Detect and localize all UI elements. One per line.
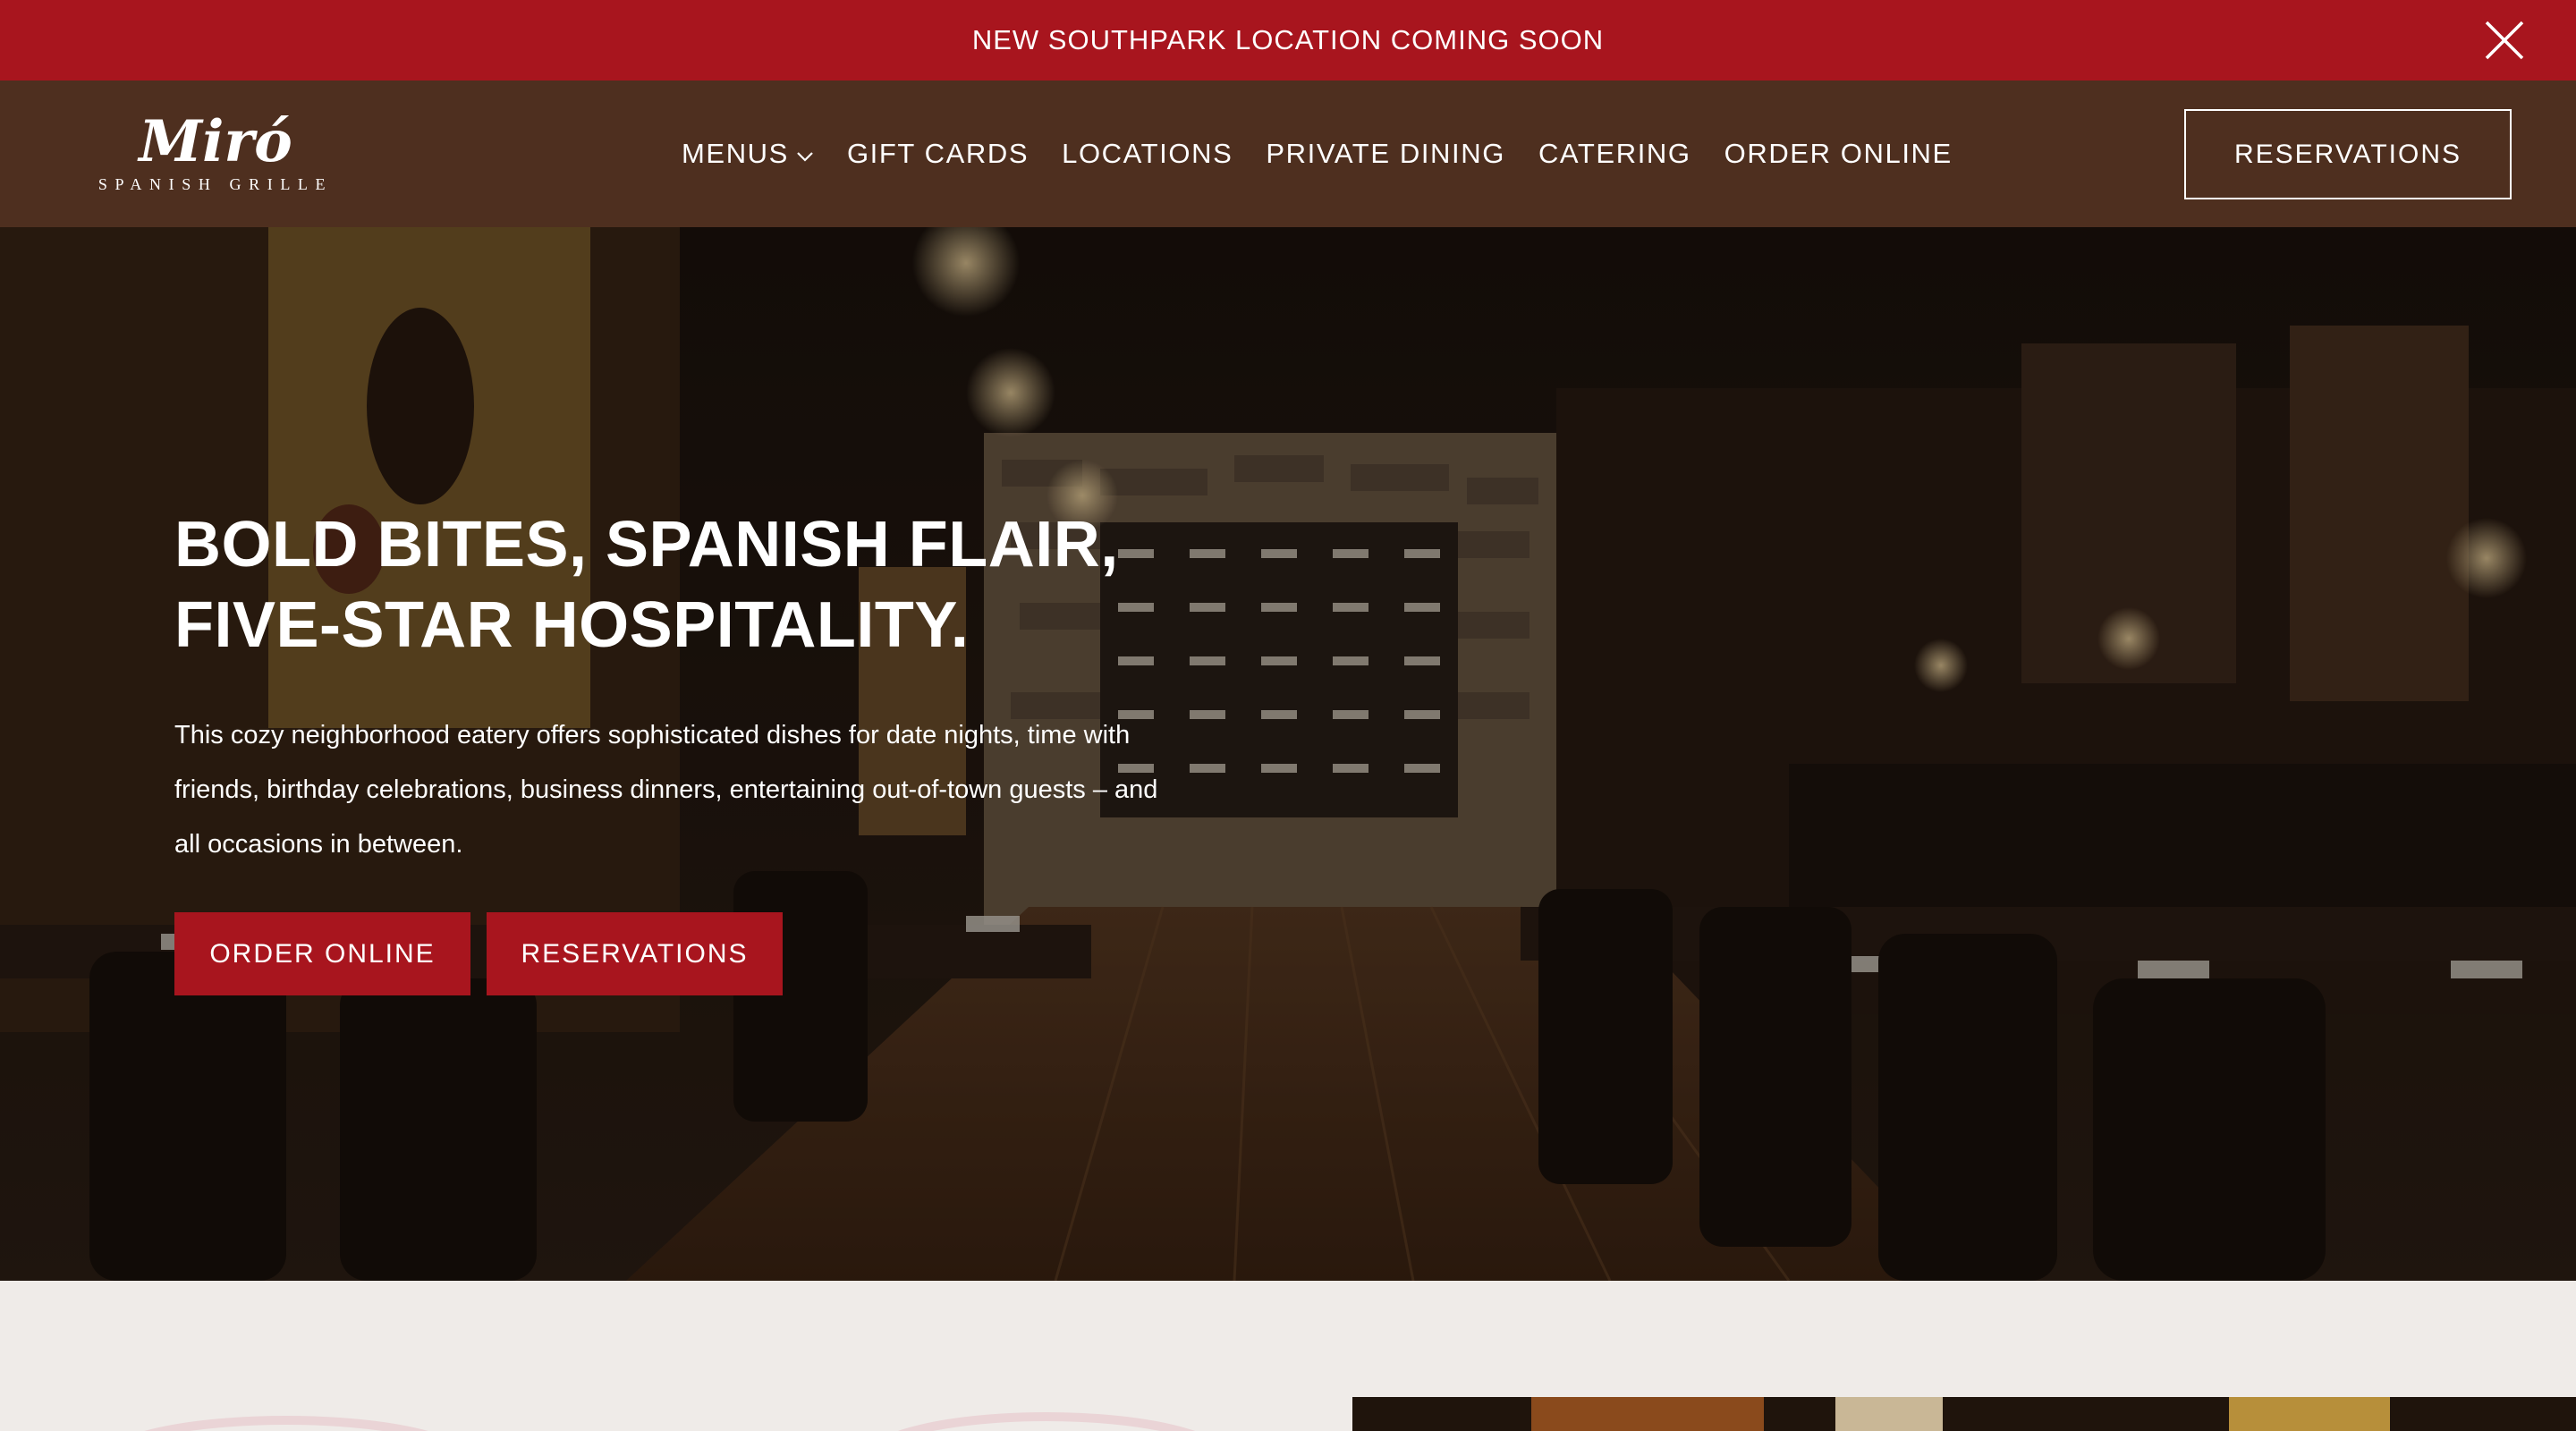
nav-item-order-online[interactable]: ORDER ONLINE <box>1724 138 1953 170</box>
nav-item-private-dining[interactable]: PRIVATE DINING <box>1266 138 1505 170</box>
hero-title-line-2: FIVE-STAR HOSPITALITY. <box>174 589 970 661</box>
hero-description: This cozy neighborhood eatery offers sop… <box>174 721 1158 859</box>
nav-item-gift-cards[interactable]: GIFT CARDS <box>847 138 1029 170</box>
logo[interactable]: Miró SPANISH GRILLE <box>77 111 354 200</box>
hero-title-line-1: BOLD BITES, SPANISH FLAIR, <box>174 509 1119 580</box>
nav-item-label: CATERING <box>1538 138 1691 169</box>
nav-item-locations[interactable]: LOCATIONS <box>1062 138 1233 170</box>
chevron-down-icon <box>797 152 813 162</box>
nav-item-label: ORDER ONLINE <box>1724 138 1953 169</box>
hero-button-group: ORDER ONLINE RESERVATIONS <box>174 912 783 995</box>
nav-item-label: LOCATIONS <box>1062 138 1233 169</box>
nav-item-label: MENUS <box>682 138 789 169</box>
decorative-arches <box>144 1412 1196 1431</box>
hero-section: BOLD BITES, SPANISH FLAIR, FIVE-STAR HOS… <box>0 227 2576 1281</box>
hero-title: BOLD BITES, SPANISH FLAIR, FIVE-STAR HOS… <box>174 504 1337 665</box>
logo-script: Miró <box>139 108 292 175</box>
announcement-bar: NEW SOUTHPARK LOCATION COMING SOON <box>0 0 2576 80</box>
announcement-text: NEW SOUTHPARK LOCATION COMING SOON <box>971 24 1605 55</box>
main-nav: MENUS GIFT CARDS LOCATIONS PRIVATE DININ… <box>682 131 1953 177</box>
nav-item-menus[interactable]: MENUS <box>682 138 814 170</box>
nav-item-label: GIFT CARDS <box>846 138 1030 169</box>
nav-item-catering[interactable]: CATERING <box>1538 138 1691 170</box>
reservations-button[interactable]: RESERVATIONS <box>487 912 783 995</box>
header-reservations-button[interactable]: RESERVATIONS <box>2184 109 2512 199</box>
close-icon[interactable] <box>2483 19 2526 62</box>
food-image <box>1352 1397 2576 1431</box>
site-header: Miró SPANISH GRILLE MENUS GIFT CARDS LOC… <box>0 80 2576 227</box>
logo-subtitle: SPANISH GRILLE <box>97 175 334 193</box>
food-image-graphic <box>1352 1397 2576 1431</box>
order-online-button[interactable]: ORDER ONLINE <box>174 912 470 995</box>
nav-item-label: PRIVATE DINING <box>1266 138 1505 169</box>
